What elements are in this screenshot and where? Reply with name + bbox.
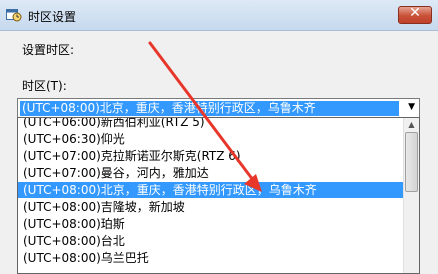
list-item[interactable]: (UTC+07:00)克拉斯诺亚尔斯克(RTZ 6) (18, 148, 404, 164)
list-item[interactable]: (UTC+07:00)曼谷，河内，雅加达 (18, 165, 404, 181)
list-item[interactable]: (UTC+08:00)台北 (18, 233, 404, 249)
chevron-down-icon[interactable]: ▼ (408, 102, 415, 112)
title-bar: 时区设置 ✕ (0, 0, 438, 31)
calendar-clock-icon (6, 9, 22, 22)
setting-label: 设置时区: (22, 43, 75, 57)
timezone-label: 时区(T): (22, 79, 67, 93)
close-button[interactable]: ✕ (398, 5, 432, 24)
timezone-list[interactable]: (UTC+06:00)新西伯利亚(RTZ 5) (UTC+06:30)仰光 (U… (17, 117, 420, 274)
list-item[interactable]: (UTC+06:00)新西伯利亚(RTZ 5) (18, 118, 404, 130)
list-item[interactable]: (UTC+06:30)仰光 (18, 131, 404, 147)
close-icon: ✕ (409, 5, 421, 21)
timezone-dialog: 设置时区: 时区(T): (UTC+08:00)北京，重庆，香港特别行政区，乌鲁… (0, 31, 438, 274)
window-title: 时区设置 (28, 10, 77, 24)
dropdown-selected-value: (UTC+08:00)北京，重庆，香港特别行政区，乌鲁木齐 (20, 101, 399, 116)
scroll-thumb[interactable] (405, 132, 418, 192)
list-item[interactable]: (UTC+08:00)珀斯 (18, 216, 404, 232)
scroll-up-icon[interactable]: ▲ (404, 118, 419, 132)
timezone-dropdown[interactable]: (UTC+08:00)北京，重庆，香港特别行政区，乌鲁木齐 ▼ (17, 98, 420, 118)
list-scrollbar[interactable]: ▲ (403, 118, 419, 273)
list-item[interactable]: (UTC+08:00)乌兰巴托 (18, 250, 404, 266)
list-item-selected[interactable]: (UTC+08:00)北京，重庆，香港特别行政区，乌鲁木齐 (18, 182, 404, 198)
list-item[interactable]: (UTC+08:00)吉隆坡，新加坡 (18, 199, 404, 215)
